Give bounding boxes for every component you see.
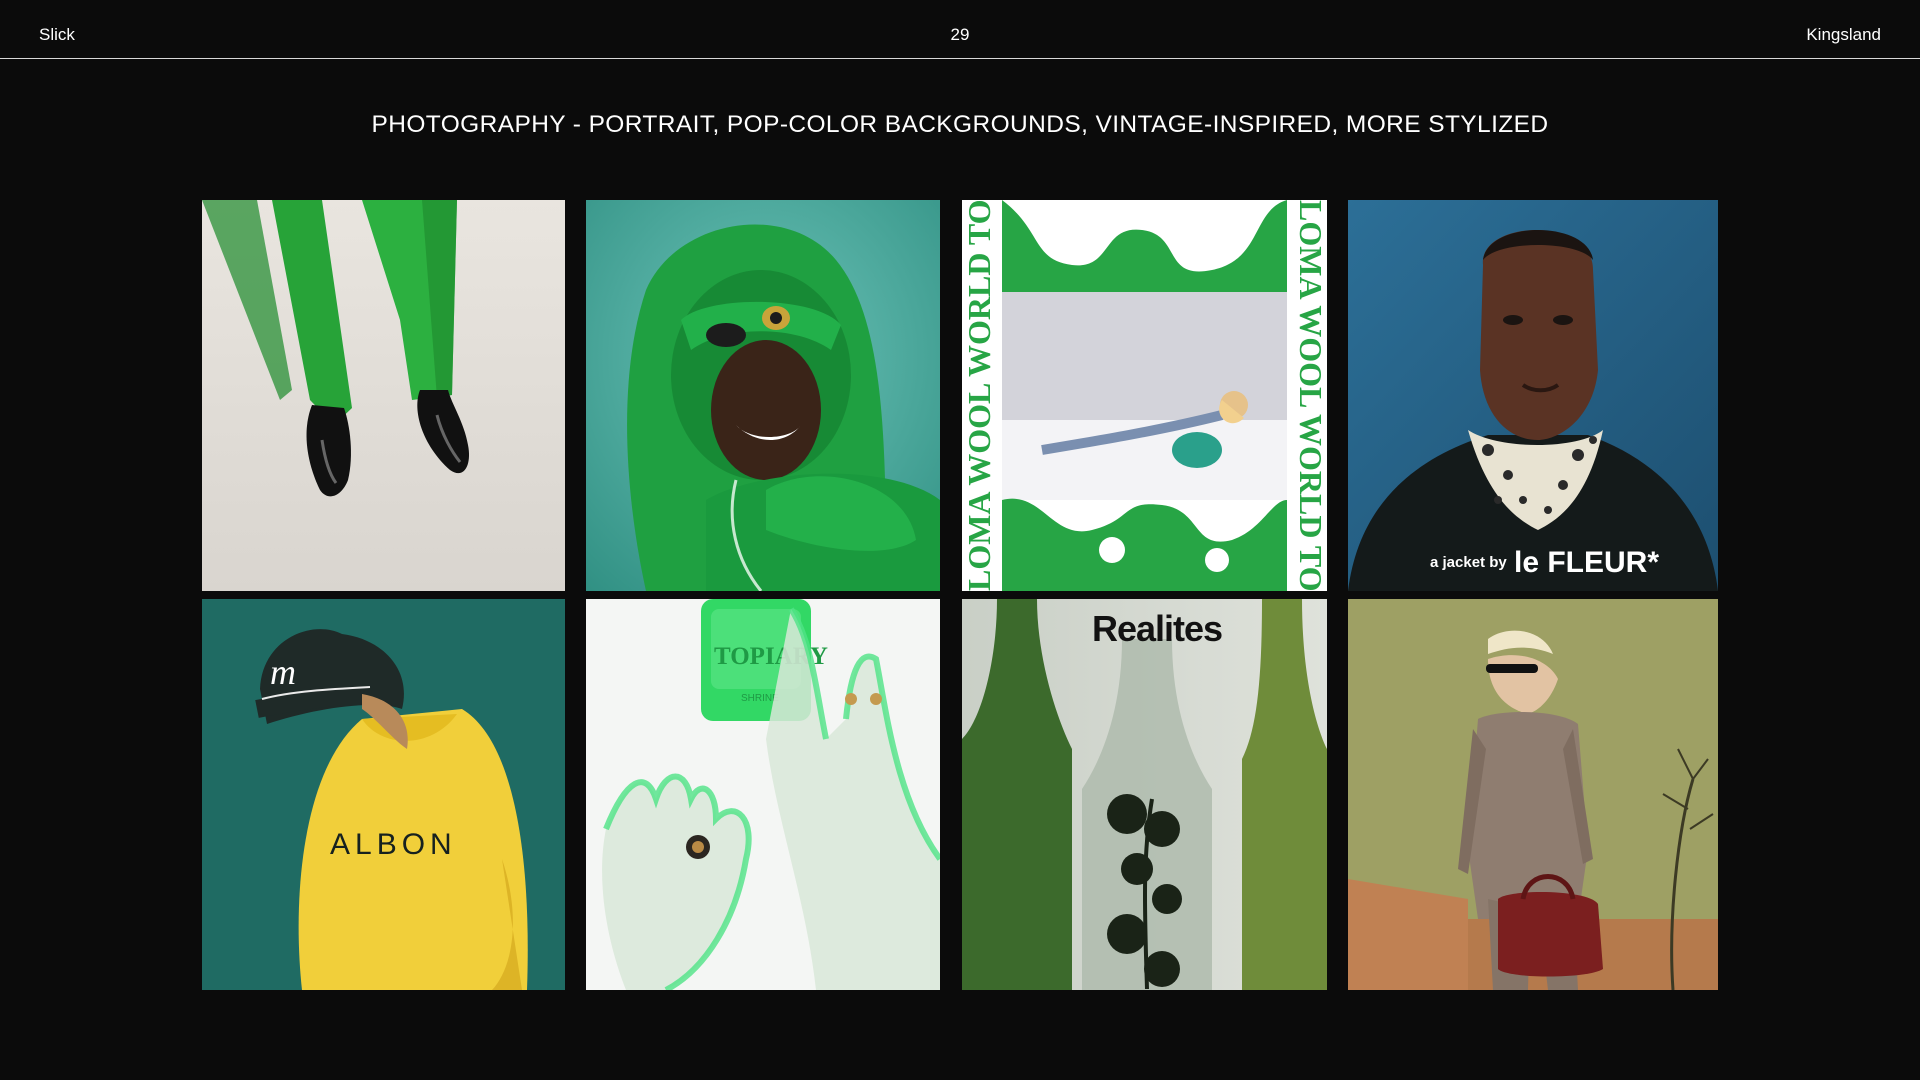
client-label: Kingsland — [1806, 25, 1881, 44]
poster-side-text-left: LOMA WOOL WORLD TO — [962, 200, 997, 591]
photo-yellow-sweater[interactable]: m ALBON — [202, 599, 565, 990]
jacket-caption-small: a jacket by — [1430, 554, 1507, 571]
photo-leopard-collar[interactable]: a jacket by le FLEUR* — [1348, 200, 1718, 591]
photo-green-bottles[interactable]: Realites — [962, 599, 1327, 990]
photo-green-fleece[interactable] — [586, 200, 940, 591]
slide-page: Slick 29 Kingsland PHOTOGRAPHY - PORTRAI… — [0, 0, 1920, 1080]
photo-brown-suit[interactable] — [1348, 599, 1718, 990]
section-title: PHOTOGRAPHY - PORTRAIT, POP-COLOR BACKGR… — [371, 111, 1549, 138]
poster-side-text-right: LOMA WOOL WORLD TO — [1293, 200, 1327, 591]
photo-green-trousers[interactable] — [202, 200, 565, 591]
photo-mesh-gloves[interactable]: TOPIARY SHRINE — [586, 599, 940, 990]
magazine-masthead: Realites — [1092, 608, 1222, 649]
sweater-print: ALBON — [330, 828, 457, 861]
page-number: 29 — [950, 25, 970, 44]
cap-logo: m — [270, 652, 296, 692]
jacket-caption-brand: le FLEUR* — [1514, 546, 1659, 579]
photo-paloma-wool-poster[interactable]: LOMA WOOL WORLD TO LOMA WOOL WORLD TO — [962, 200, 1327, 591]
top-bar: Slick 29 Kingsland — [0, 0, 1920, 59]
